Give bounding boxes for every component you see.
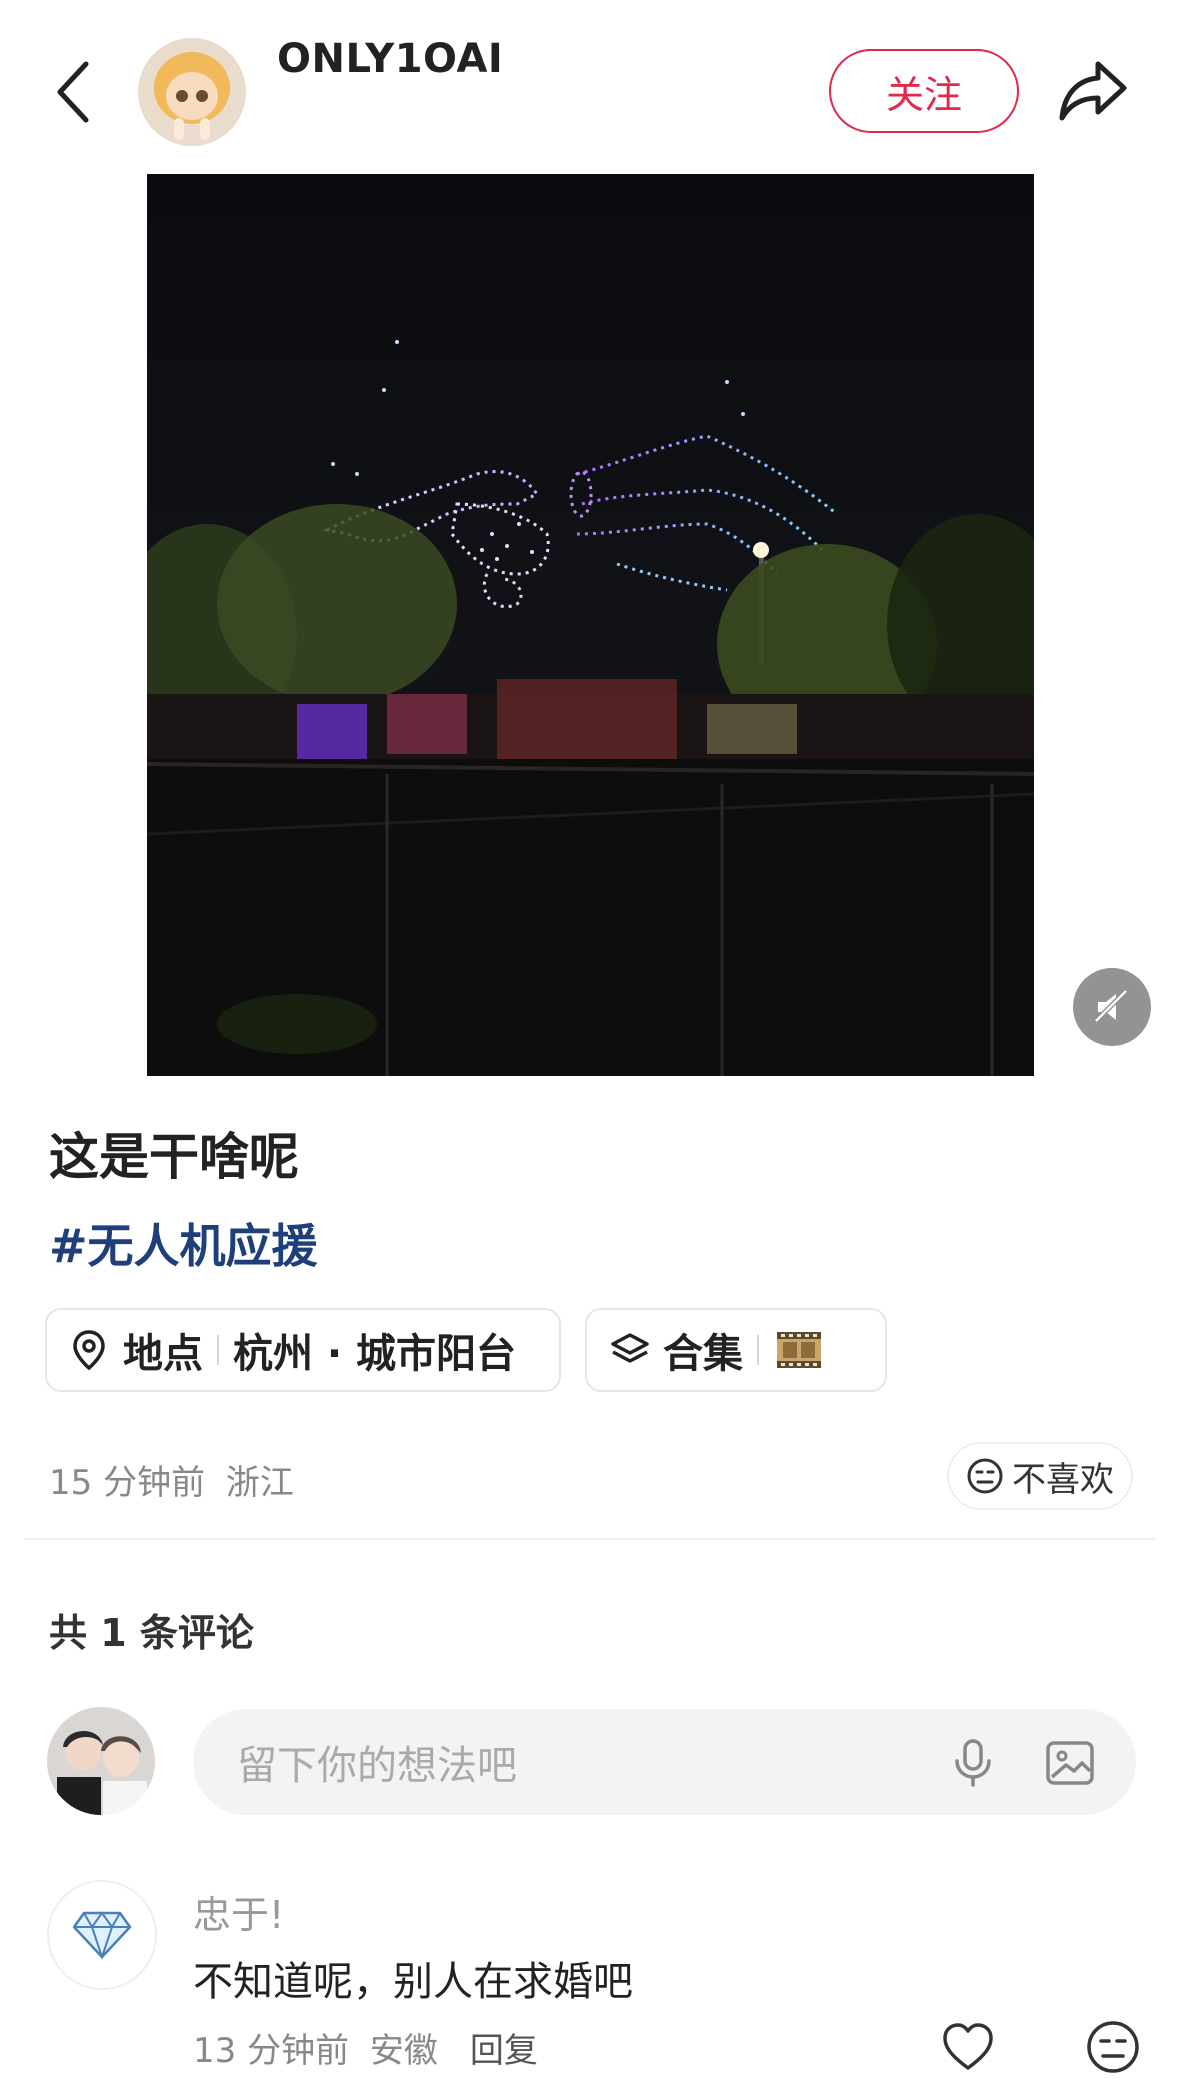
- location-value: 杭州 · 城市阳台: [233, 1331, 517, 1377]
- share-button[interactable]: [1058, 56, 1130, 124]
- post-photo[interactable]: [147, 174, 1034, 1076]
- chip-separator: [757, 1335, 759, 1365]
- comment-text: 不知道呢，别人在求婚吧: [193, 1959, 633, 2005]
- comment-meta: 13 分钟前 安徽 回复: [193, 2023, 538, 2072]
- author-avatar[interactable]: [138, 38, 246, 146]
- dislike-label: 不喜欢: [1012, 1459, 1114, 1500]
- follow-button[interactable]: 关注: [829, 49, 1019, 133]
- collection-chip[interactable]: 合集: [585, 1308, 887, 1392]
- heart-icon: [943, 2023, 993, 2070]
- commenter-avatar[interactable]: [47, 1880, 157, 1990]
- post-hashtag[interactable]: #无人机应援: [49, 1210, 318, 1276]
- section-divider: [24, 1538, 1156, 1540]
- chip-separator: [217, 1335, 219, 1365]
- image-attach-button[interactable]: [1042, 1735, 1098, 1791]
- location-label: 地点: [123, 1331, 203, 1377]
- chevron-left-icon: [57, 61, 89, 123]
- current-user-avatar: [47, 1707, 155, 1815]
- neutral-face-icon: [1087, 2021, 1139, 2073]
- location-chip[interactable]: 地点 杭州 · 城市阳台: [45, 1308, 561, 1392]
- author-name[interactable]: ONLY1OAI: [277, 36, 503, 82]
- microphone-icon: [955, 1739, 991, 1787]
- post-time: 15 分钟前: [49, 1463, 206, 1503]
- film-strip-icon: [777, 1332, 821, 1368]
- comment-like-button[interactable]: [939, 2018, 997, 2076]
- voice-input-button[interactable]: [945, 1735, 1001, 1791]
- comment-time-value: 13 分钟前: [193, 2031, 350, 2071]
- dislike-button[interactable]: 不喜欢: [947, 1442, 1133, 1510]
- share-arrow-icon: [1059, 61, 1127, 121]
- neutral-face-icon: [967, 1458, 1003, 1494]
- location-pin-icon: [73, 1330, 105, 1371]
- image-icon: [1046, 1741, 1094, 1785]
- comment-time: 13 分钟前 安徽: [193, 2023, 438, 2072]
- comment-region: 安徽: [369, 2031, 438, 2071]
- back-button[interactable]: [44, 52, 104, 132]
- commenter-name[interactable]: 忠于!: [193, 1884, 284, 1939]
- post-meta: 15 分钟前 浙江: [49, 1455, 294, 1504]
- post-title: 这是干啥呢: [49, 1128, 299, 1186]
- reply-button[interactable]: 回复: [470, 2023, 538, 2072]
- collection-label: 合集: [663, 1331, 743, 1377]
- layers-icon: [611, 1333, 649, 1363]
- mute-toggle-button[interactable]: [1073, 968, 1151, 1046]
- comment-count: 共 1 条评论: [49, 1611, 254, 1655]
- diamond-icon: [72, 1911, 132, 1961]
- comment-input-placeholder: 留下你的想法吧: [237, 1743, 517, 1789]
- post-region: 浙江: [225, 1463, 294, 1503]
- speaker-muted-icon: [1094, 989, 1128, 1023]
- comment-dislike-button[interactable]: [1084, 2018, 1142, 2076]
